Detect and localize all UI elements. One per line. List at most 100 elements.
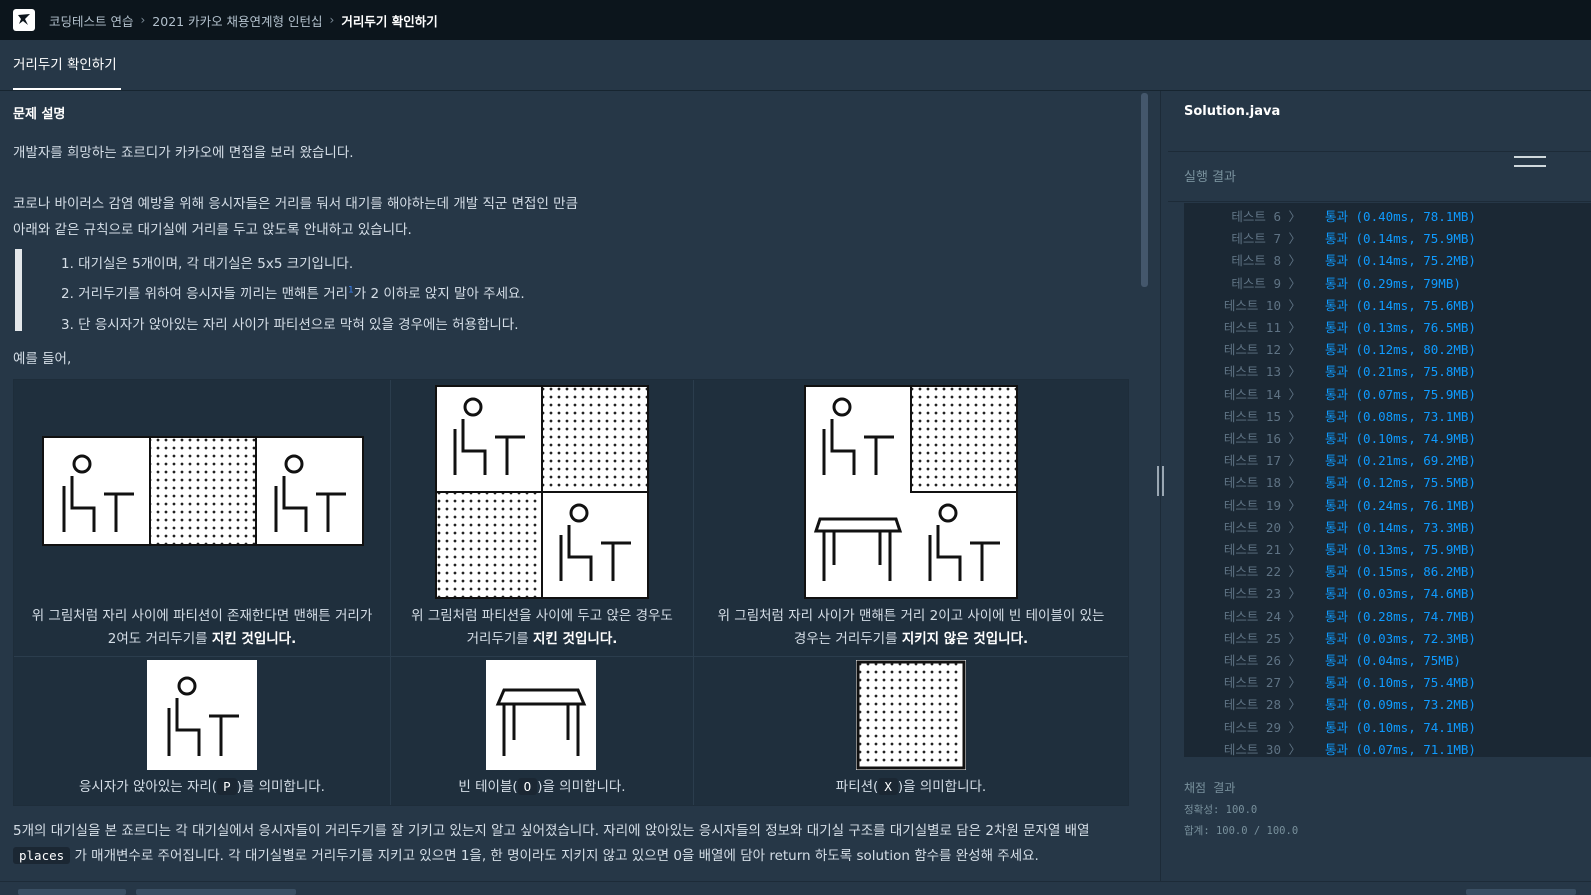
test-pass-result: 통과 (0.13ms, 76.5MB) — [1325, 320, 1476, 335]
legend-table-caption: 빈 테이블(O)을 의미합니다. — [391, 775, 693, 799]
test-label: 테스트 22 〉 — [1223, 564, 1301, 580]
example-cell-1: 위 그림처럼 자리 사이에 파티션이 존재한다면 맨해튼 거리가 2여도 거리두… — [14, 380, 391, 657]
caption-line: 거리두기를 지킨 것입니다. — [391, 628, 693, 651]
breadcrumb-current: 거리두기 확인하기 — [341, 13, 438, 29]
test-result-row: 테스트 9 〉 통과 (0.29ms, 79MB) — [1184, 273, 1591, 295]
test-label: 테스트 26 〉 — [1223, 653, 1301, 668]
partition-icon — [856, 660, 966, 770]
test-label: 테스트 15 〉 — [1223, 408, 1301, 424]
test-pass-result: 통과 (0.24ms, 76.1MB) — [1325, 497, 1476, 513]
caption-line: 2여도 거리두기를 지킨 것입니다. — [14, 628, 390, 651]
bottom-bar — [0, 881, 1591, 895]
code-p: P — [217, 778, 237, 795]
test-label: 테스트 10 〉 — [1223, 297, 1301, 313]
resize-bars-icon[interactable] — [1514, 156, 1546, 167]
score-title: 채점 결과 — [1184, 781, 1236, 795]
test-label: 테스트 16 〉 — [1223, 431, 1301, 446]
test-result-row: 테스트 25 〉 통과 (0.03ms, 72.3MB) — [1184, 628, 1591, 650]
test-result-row: 테스트 22 〉 통과 (0.15ms, 86.2MB) — [1184, 561, 1591, 583]
caption-line: 경우는 거리두기를 지키지 않은 것입니다. — [694, 628, 1128, 651]
footer-button[interactable] — [136, 889, 296, 895]
test-label: 테스트 18 〉 — [1223, 475, 1301, 491]
task-line-1: 5개의 대기실을 본 죠르디는 각 대기실에서 응시자들이 거리두기를 잘 기키… — [13, 823, 1090, 839]
caption-text: 빈 테이블( — [458, 779, 518, 795]
test-pass-result: 통과 (0.15ms, 86.2MB) — [1325, 564, 1476, 580]
test-label: 테스트 13 〉 — [1223, 364, 1301, 380]
caption-line: 위 그림처럼 파티션을 사이에 두고 앉은 경우도 — [411, 608, 673, 624]
test-result-row: 테스트 18 〉 통과 (0.12ms, 75.5MB) — [1184, 472, 1591, 494]
blockquote-bar — [15, 249, 22, 331]
test-pass-result: 통과 (0.29ms, 79MB) — [1325, 275, 1461, 291]
code-places: places — [13, 847, 71, 864]
caption-bold: 지킨 것입니다. — [533, 631, 618, 647]
test-label: 테스트 12 〉 — [1223, 342, 1301, 358]
footer-button[interactable] — [18, 889, 126, 895]
test-result-row: 테스트 17 〉 통과 (0.21ms, 69.2MB) — [1184, 450, 1591, 472]
test-result-row: 테스트 6 〉 통과 (0.40ms, 78.1MB) — [1184, 206, 1591, 228]
problem-heading: 문제 설명 — [13, 107, 66, 122]
test-label: 테스트 9 〉 — [1231, 275, 1301, 291]
test-pass-result: 통과 (0.08ms, 73.1MB) — [1325, 408, 1476, 424]
test-pass-result: 통과 (0.40ms, 78.1MB) — [1325, 209, 1476, 224]
test-result-row: 테스트 14 〉 통과 (0.07ms, 75.9MB) — [1184, 384, 1591, 406]
legend-cell-seat: 응시자가 앉아있는 자리(P)를 의미합니다. — [14, 657, 391, 805]
test-pass-result: 통과 (0.14ms, 73.3MB) — [1325, 519, 1476, 535]
test-label: 테스트 28 〉 — [1223, 697, 1301, 713]
caption-text: 2여도 거리두기를 — [107, 631, 208, 647]
breadcrumb-chevron-icon: › — [140, 13, 146, 27]
test-label: 테스트 24 〉 — [1223, 608, 1301, 624]
seat-partition-seat-image — [42, 436, 364, 546]
legend-cell-table: 빈 테이블(O)을 의미합니다. — [391, 657, 694, 805]
rule-2: 2. 거리두기를 위하여 응시자들 끼리는 맨해튼 거리1가 2 이하로 앉지 … — [61, 282, 525, 303]
test-result-row: 테스트 21 〉 통과 (0.13ms, 75.9MB) — [1184, 539, 1591, 561]
breadcrumb-item-coding-test[interactable]: 코딩테스트 연습 — [49, 11, 133, 30]
result-title: 실행 결과 — [1184, 170, 1236, 185]
accuracy-text: 정확성: 100.0 — [1184, 804, 1258, 816]
footer-button[interactable] — [1466, 889, 1576, 895]
caption-line: 위 그림처럼 자리 사이에 파티션이 존재한다면 맨해튼 거리가 — [31, 608, 373, 624]
test-label: 테스트 25 〉 — [1223, 630, 1301, 646]
legend-partition-caption: 파티션(X)을 의미합니다. — [694, 775, 1128, 799]
test-result-row: 테스트 8 〉 통과 (0.14ms, 75.2MB) — [1184, 250, 1591, 272]
test-result-row: 테스트 15 〉 통과 (0.08ms, 73.1MB) — [1184, 406, 1591, 428]
test-result-row: 테스트 10 〉 통과 (0.14ms, 75.6MB) — [1184, 295, 1591, 317]
problem-description-panel: 문제 설명 개발자를 희망하는 죠르디가 카카오에 면접을 보러 왔습니다. 코… — [0, 91, 1160, 881]
example-cell-2: 위 그림처럼 파티션을 사이에 두고 앉은 경우도 거리두기를 지킨 것입니다. — [391, 380, 694, 657]
test-pass-result: 통과 (0.14ms, 75.6MB) — [1325, 297, 1476, 313]
caption-bold: 지키지 않은 것입니다. — [901, 631, 1029, 647]
tab-problem[interactable]: 거리두기 확인하기 — [13, 40, 121, 90]
intro-text: 개발자를 희망하는 죠르디가 카카오에 면접을 보러 왔습니다. — [13, 145, 354, 161]
example-1-caption: 위 그림처럼 자리 사이에 파티션이 존재한다면 맨해튼 거리가 2여도 거리두… — [14, 605, 390, 651]
test-pass-result: 통과 (0.03ms, 74.6MB) — [1325, 586, 1476, 602]
caption-line: 위 그림처럼 자리 사이가 맨해튼 거리 2이고 사이에 빈 테이블이 있는 — [717, 608, 1105, 624]
editor-area[interactable] — [1168, 137, 1591, 152]
test-pass-result: 통과 (0.07ms, 71.1MB) — [1325, 741, 1476, 757]
resize-handle[interactable] — [1157, 466, 1164, 496]
caption-text: 파티션( — [835, 779, 879, 795]
test-pass-result: 통과 (0.07ms, 75.9MB) — [1325, 386, 1476, 402]
scrollbar-thumb[interactable] — [1141, 93, 1148, 287]
top-navigation-bar: 코딩테스트 연습 › 2021 카카오 채용연계형 인턴십 › 거리두기 확인하… — [0, 0, 1591, 40]
breadcrumb-item-kakao[interactable]: 2021 카카오 채용연계형 인턴십 — [152, 11, 322, 30]
test-label: 테스트 19 〉 — [1223, 497, 1301, 513]
test-result-row: 테스트 23 〉 통과 (0.03ms, 74.6MB) — [1184, 583, 1591, 605]
code-x: X — [878, 778, 898, 795]
test-result-row: 테스트 30 〉 통과 (0.07ms, 71.1MB) — [1184, 739, 1591, 757]
test-pass-result: 통과 (0.10ms, 75.4MB) — [1325, 675, 1476, 691]
test-result-list: 테스트 6 〉 통과 (0.40ms, 78.1MB) 테스트 7 〉 통과 (0.1… — [1184, 203, 1591, 757]
test-label: 테스트 29 〉 — [1223, 719, 1301, 735]
tab-bar: 거리두기 확인하기 — [0, 40, 1591, 91]
test-pass-result: 통과 (0.04ms, 75MB) — [1325, 653, 1461, 668]
editor-file-name[interactable]: Solution.java — [1184, 104, 1280, 119]
test-result-row: 테스트 28 〉 통과 (0.09ms, 73.2MB) — [1184, 694, 1591, 716]
test-result-row: 테스트 29 〉 통과 (0.10ms, 74.1MB) — [1184, 717, 1591, 739]
test-result-row: 테스트 11 〉 통과 (0.13ms, 76.5MB) — [1184, 317, 1591, 339]
test-label: 테스트 7 〉 — [1231, 231, 1301, 247]
example-cell-3: 위 그림처럼 자리 사이가 맨해튼 거리 2이고 사이에 빈 테이블이 있는 경… — [694, 380, 1128, 657]
test-result-row: 테스트 7 〉 통과 (0.14ms, 75.9MB) — [1184, 228, 1591, 250]
caption-bold: 지킨 것입니다. — [211, 631, 297, 647]
programmers-logo-icon[interactable] — [13, 9, 35, 31]
test-result-row: 테스트 20 〉 통과 (0.14ms, 73.3MB) — [1184, 517, 1591, 539]
test-pass-result: 통과 (0.10ms, 74.1MB) — [1325, 719, 1476, 735]
description-line-1: 코로나 바이러스 감염 예방을 위해 응시자들은 거리를 둬서 대기를 해야하는… — [13, 196, 579, 212]
